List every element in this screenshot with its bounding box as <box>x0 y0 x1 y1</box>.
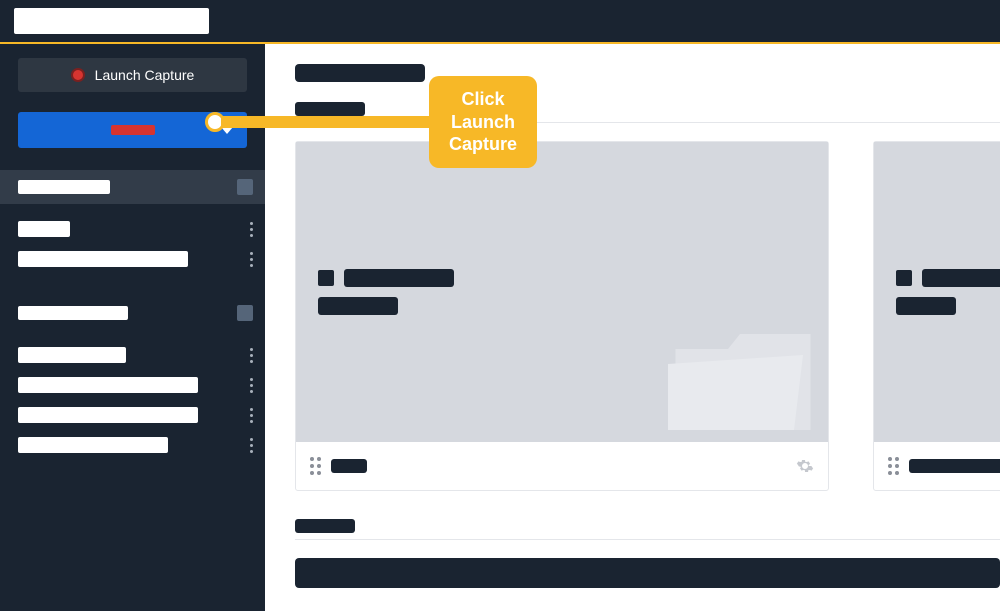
app-logo <box>14 8 209 34</box>
section-label-redacted <box>295 519 355 533</box>
kebab-menu-icon[interactable] <box>250 408 253 423</box>
sidebar-group-1 <box>0 170 265 274</box>
kebab-menu-icon[interactable] <box>250 222 253 237</box>
divider <box>295 122 1000 123</box>
gear-icon[interactable] <box>796 457 814 475</box>
folder-card[interactable] <box>873 141 1000 491</box>
card-row <box>295 141 1000 491</box>
card-footer <box>296 442 828 490</box>
primary-dropdown[interactable] <box>18 112 247 148</box>
bullet-icon <box>896 270 912 286</box>
sidebar-item[interactable] <box>0 340 265 370</box>
group-label-redacted <box>18 306 128 320</box>
sidebar-group-header[interactable] <box>0 170 265 204</box>
kebab-menu-icon[interactable] <box>250 378 253 393</box>
card-thumbnail <box>296 142 828 442</box>
group-badge <box>237 305 253 321</box>
card-title-redacted <box>344 269 454 287</box>
kebab-menu-icon[interactable] <box>250 438 253 453</box>
drag-handle-icon[interactable] <box>310 457 321 475</box>
sidebar-item[interactable] <box>0 244 265 274</box>
item-label-redacted <box>18 221 70 237</box>
divider <box>295 539 1000 540</box>
launch-capture-label: Launch Capture <box>95 67 195 83</box>
item-label-redacted <box>18 347 126 363</box>
sidebar-item[interactable] <box>0 400 265 430</box>
kebab-menu-icon[interactable] <box>250 348 253 363</box>
folder-icon <box>668 322 818 442</box>
card-subtitle-redacted <box>318 297 398 315</box>
sidebar-item[interactable] <box>0 430 265 460</box>
card-footer-label-redacted <box>909 459 1000 473</box>
item-label-redacted <box>18 407 198 423</box>
card-title-redacted <box>922 269 1000 287</box>
card-footer-label-redacted <box>331 459 367 473</box>
group-label-redacted <box>18 180 110 194</box>
sidebar-item[interactable] <box>0 214 265 244</box>
launch-capture-button[interactable]: Launch Capture <box>18 58 247 92</box>
main-content <box>265 44 1000 611</box>
bullet-icon <box>318 270 334 286</box>
kebab-menu-icon[interactable] <box>250 252 253 267</box>
card-subtitle-redacted <box>896 297 956 315</box>
group-badge <box>237 179 253 195</box>
section-label-redacted <box>295 102 365 116</box>
chevron-down-icon <box>221 127 233 134</box>
record-icon <box>71 68 85 82</box>
card-thumbnail <box>874 142 1000 442</box>
folder-card[interactable] <box>295 141 829 491</box>
item-label-redacted <box>18 251 188 267</box>
dropdown-label-redacted <box>111 125 155 135</box>
content-bar-redacted <box>295 558 1000 588</box>
sidebar-group-2 <box>0 296 265 460</box>
page-title-redacted <box>295 64 425 82</box>
sidebar-group-header[interactable] <box>0 296 265 330</box>
sidebar-item[interactable] <box>0 370 265 400</box>
item-label-redacted <box>18 437 168 453</box>
section-2 <box>295 519 1000 588</box>
drag-handle-icon[interactable] <box>888 457 899 475</box>
top-bar <box>0 0 1000 44</box>
card-footer <box>874 442 1000 490</box>
sidebar: Launch Capture <box>0 44 265 611</box>
item-label-redacted <box>18 377 198 393</box>
